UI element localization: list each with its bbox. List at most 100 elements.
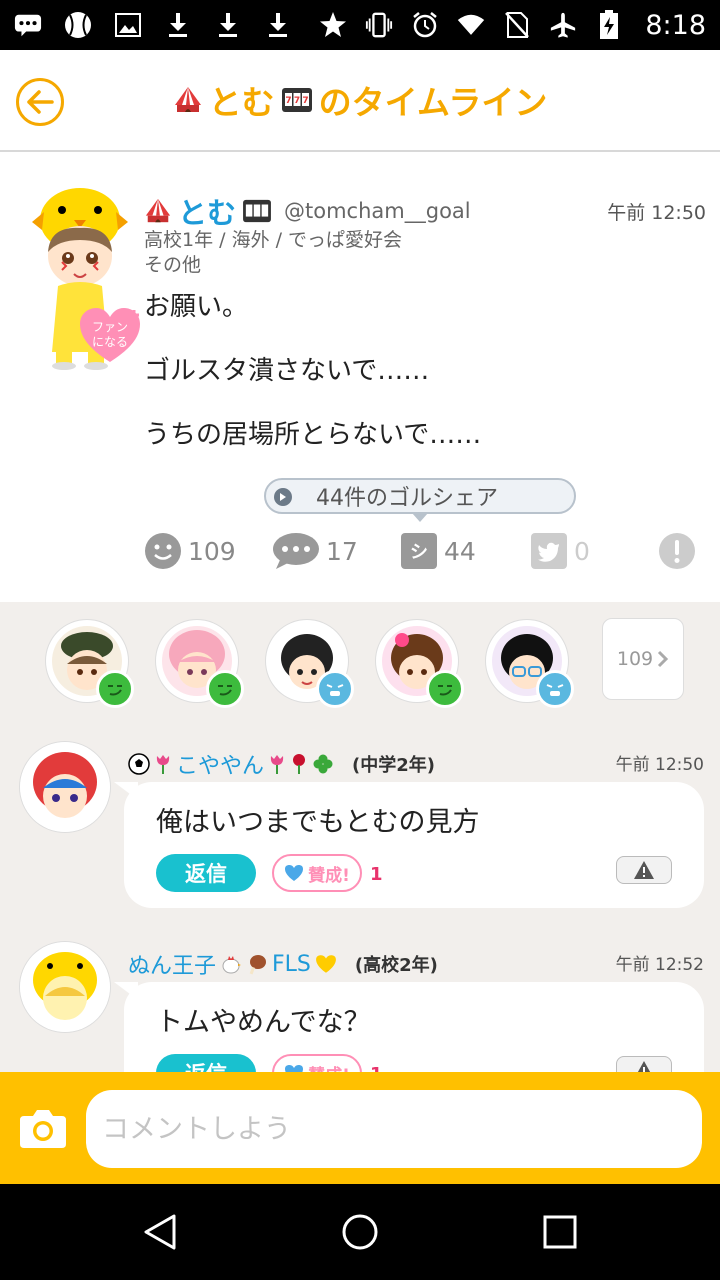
post-body-line: ゴルスタ潰さないで…… (144, 356, 430, 386)
profile-line: その他 (144, 254, 202, 276)
more-reactors-count: 109 (616, 648, 654, 670)
download-icon (214, 11, 242, 39)
svg-text:7: 7 (294, 96, 300, 106)
back-button[interactable] (16, 78, 64, 126)
commenter-name: こややん (176, 754, 265, 779)
commenter-name-row[interactable]: こややん (中学2年) (128, 748, 435, 780)
battery-charging-icon (595, 10, 623, 39)
twitter-icon (531, 533, 567, 569)
chevron-right-icon (658, 650, 669, 668)
report-comment-button[interactable] (616, 856, 672, 884)
play-icon (274, 488, 292, 506)
post-author-profile: 高校1年 / 海外 / でっぱ愛好会 その他 (144, 228, 402, 278)
post-body-line: お願い。 (144, 292, 249, 322)
svg-text:シ: シ (410, 542, 428, 563)
slot-machine-icon: 777 (281, 86, 313, 114)
post-author-handle: @tomcham__goal (284, 199, 471, 223)
circle-home-icon (342, 1214, 378, 1250)
commenter-avatar[interactable] (20, 742, 110, 832)
agree-label: 賛成! (308, 865, 350, 886)
arrow-left-icon (27, 90, 54, 114)
wifi-icon (457, 11, 485, 39)
post-timestamp: 午前 12:50 (607, 202, 706, 224)
warning-icon (634, 861, 654, 879)
commenter-name: ぬん王子 (128, 954, 217, 979)
chicken-leg-icon (246, 953, 268, 975)
comment-input[interactable] (86, 1090, 702, 1168)
twitter-share-button[interactable]: 0 (530, 532, 590, 570)
tulip-icon (154, 753, 172, 775)
smile-reaction-button[interactable]: 109 (144, 532, 236, 570)
commenter-name-row[interactable]: ぬん王子 FLS (高校2年) (128, 948, 438, 980)
circus-tent-icon (144, 197, 172, 225)
reactor-avatar[interactable] (46, 620, 134, 708)
page-title: とむ 777 のタイムライン (173, 76, 548, 124)
agree-button[interactable]: 賛成! (272, 854, 362, 892)
timeline-post: ファンになる とむ @tomcham__goal 午前 12:50 高校1年 /… (0, 152, 720, 602)
commenter-avatar[interactable] (20, 942, 110, 1032)
download-icon (164, 11, 192, 39)
share-count-label: 44件のゴルシェア (316, 486, 498, 511)
comment-timestamp: 午前 12:52 (615, 955, 704, 975)
pill-pointer (412, 513, 428, 522)
baseball-icon (64, 11, 92, 39)
title-suffix: のタイムライン (318, 83, 548, 122)
comment-count: 17 (326, 536, 358, 566)
airplane-icon (549, 11, 577, 39)
status-bar: 8:18 (0, 0, 720, 50)
vibrate-icon (365, 11, 393, 39)
star-icon (319, 11, 347, 39)
no-sim-icon (503, 11, 531, 39)
heart-icon (285, 865, 304, 881)
golshare-icon: シ (401, 533, 437, 569)
comment-input-bar (0, 1072, 720, 1184)
clock: 8:18 (645, 9, 706, 41)
smirk-emoji-icon (96, 670, 134, 708)
system-nav-bar (0, 1184, 720, 1280)
comment-item: こややん (中学2年) 午前 12:50 俺はいつまでもとむの見方 返信 賛成!… (0, 742, 720, 942)
download-icon (264, 11, 292, 39)
twitter-count: 0 (574, 536, 590, 566)
exclamation-icon (659, 533, 695, 569)
post-actions: 109 17 シ 44 0 (0, 532, 720, 576)
more-reactors-button[interactable]: 109 (602, 618, 684, 700)
post-body: お願い。 ゴルスタ潰さないで…… うちの居場所とらないで…… (144, 286, 481, 478)
rooster-icon (220, 953, 242, 975)
reactor-avatar[interactable] (156, 620, 244, 708)
alarm-icon (411, 11, 439, 39)
reactor-avatar[interactable] (266, 620, 354, 708)
speech-bubble-icon (273, 533, 319, 569)
comment-button[interactable]: 17 (272, 532, 358, 570)
crying-emoji-icon (316, 670, 354, 708)
comment-text: 俺はいつまでもとむの見方 (156, 807, 480, 838)
clover-icon (312, 753, 334, 775)
yellow-heart-icon (315, 954, 337, 974)
share-count-pill[interactable]: 44件のゴルシェア (264, 478, 576, 522)
title-user-name: とむ (208, 83, 275, 122)
home-nav-button[interactable] (340, 1212, 380, 1252)
camera-button[interactable] (18, 1106, 68, 1150)
smirk-emoji-icon (206, 670, 244, 708)
golshare-button[interactable]: シ 44 (400, 532, 476, 570)
smile-count: 109 (188, 536, 236, 566)
reactor-avatar[interactable] (376, 620, 464, 708)
agree-count: 1 (370, 864, 383, 885)
reactor-avatar[interactable] (486, 620, 574, 708)
reactor-list: 109 (0, 602, 720, 714)
recents-nav-button[interactable] (540, 1212, 580, 1252)
reply-button[interactable]: 返信 (156, 854, 256, 892)
share-count: 44 (444, 536, 476, 566)
comment-timestamp: 午前 12:50 (615, 755, 704, 775)
camera-icon (20, 1110, 66, 1148)
triangle-back-icon (144, 1214, 176, 1250)
square-recents-icon (543, 1215, 577, 1249)
profile-line: 高校1年 / 海外 / でっぱ愛好会 (144, 229, 403, 251)
post-author[interactable]: とむ @tomcham__goal (144, 190, 471, 232)
svg-text:7: 7 (285, 96, 291, 106)
back-nav-button[interactable] (140, 1212, 180, 1252)
commenter-name-suffix: FLS (272, 951, 311, 977)
post-author-name: とむ (178, 196, 237, 230)
image-icon (114, 11, 142, 39)
report-button[interactable] (658, 532, 696, 570)
become-fan-button[interactable]: ファンになる (78, 304, 142, 366)
